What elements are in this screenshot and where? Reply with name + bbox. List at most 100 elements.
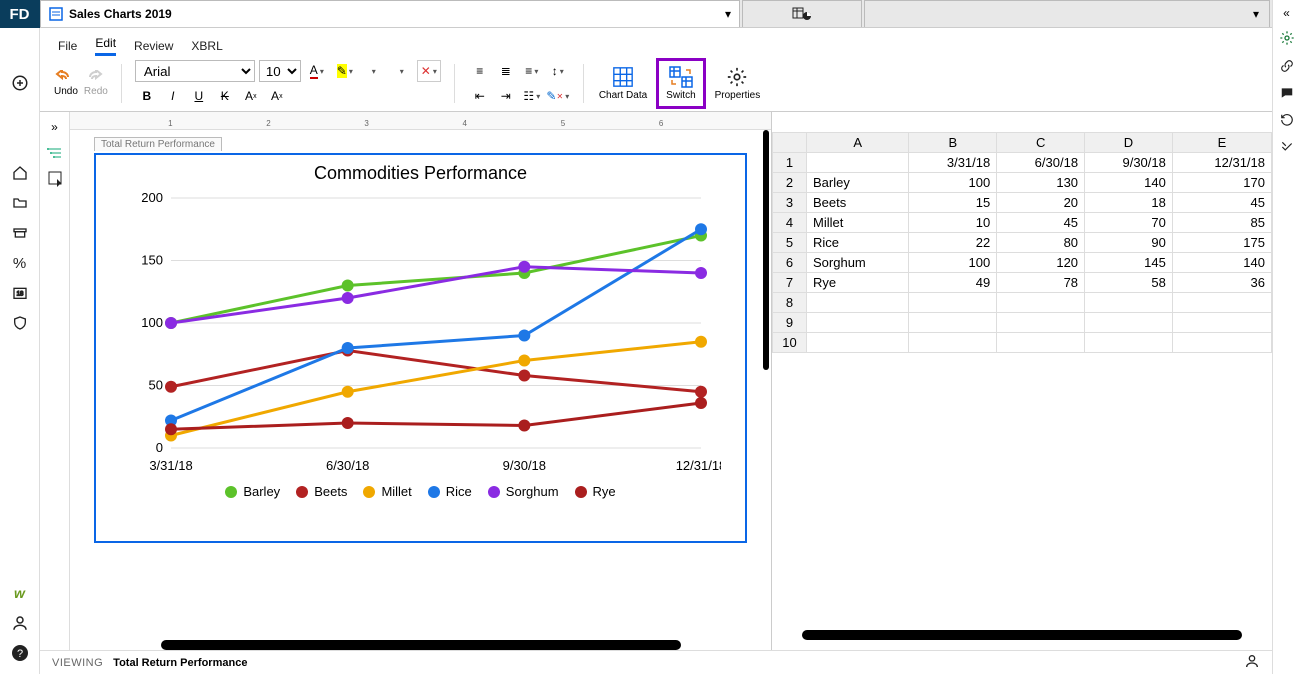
undo-button[interactable]: Undo [54,70,78,97]
cell[interactable] [1172,313,1271,333]
menu-review[interactable]: Review [134,39,173,56]
status-user-icon[interactable] [1244,653,1260,672]
cell[interactable] [909,313,997,333]
cell[interactable] [1172,293,1271,313]
cell[interactable] [1172,333,1271,353]
strike-button[interactable]: K [213,85,237,107]
cell[interactable]: 9/30/18 [1085,153,1173,173]
cell[interactable]: Barley [807,173,909,193]
cell[interactable]: 100 [909,173,997,193]
help-icon[interactable]: ? [0,638,40,668]
cell[interactable] [997,293,1085,313]
home-icon[interactable] [0,158,40,188]
cell[interactable]: 45 [997,213,1085,233]
cell[interactable]: 170 [1172,173,1271,193]
cell[interactable]: 15 [909,193,997,213]
switch-button[interactable]: Switch [658,60,703,107]
chevron-left-icon[interactable]: « [1283,6,1290,20]
column-header[interactable]: D [1085,133,1173,153]
shield-icon[interactable] [0,308,40,338]
bookmark-icon[interactable] [40,171,69,190]
align-left-button[interactable]: ≡ [468,60,492,82]
row-header[interactable]: 8 [773,293,807,313]
cell[interactable]: 12/31/18 [1172,153,1271,173]
legend-item[interactable]: Rye [575,484,616,499]
cell[interactable]: 120 [997,253,1085,273]
menu-xbrl[interactable]: XBRL [191,39,222,56]
calendar-icon[interactable]: 18 [0,278,40,308]
outline-icon[interactable] [40,146,69,163]
menu-file[interactable]: File [58,39,77,56]
list-button[interactable]: ☷ [520,85,544,107]
properties-button[interactable]: Properties [707,60,769,107]
data-sheet[interactable]: ABCDE13/31/186/30/189/30/1812/31/182Barl… [772,132,1272,353]
outdent-button[interactable]: ⇤ [468,85,492,107]
font-select[interactable]: Arial [135,60,255,82]
cell[interactable]: 58 [1085,273,1173,293]
column-header[interactable]: C [997,133,1085,153]
check-icon[interactable] [1280,140,1294,157]
cell[interactable]: 85 [1172,213,1271,233]
user-icon[interactable] [0,608,40,638]
cell[interactable] [1085,333,1173,353]
cell[interactable]: 100 [909,253,997,273]
cell[interactable]: 175 [1172,233,1271,253]
cell[interactable]: 18 [1085,193,1173,213]
row-header[interactable]: 9 [773,313,807,333]
style-1-button[interactable] [361,60,385,82]
cell[interactable]: 140 [1085,173,1173,193]
percent-icon[interactable]: % [0,248,40,278]
doc-section-tab[interactable]: Total Return Performance [94,137,222,151]
cell[interactable]: 78 [997,273,1085,293]
row-header[interactable]: 4 [773,213,807,233]
row-header[interactable]: 7 [773,273,807,293]
redo-button[interactable]: Redo [84,70,108,97]
align-dd-button[interactable]: ≡ [520,60,544,82]
cell[interactable]: 22 [909,233,997,253]
gear-icon[interactable] [1279,30,1295,49]
cell[interactable]: 80 [997,233,1085,253]
indent-button[interactable]: ⇥ [494,85,518,107]
archive-icon[interactable] [0,218,40,248]
clear-format-button[interactable]: ✕ [417,60,441,82]
row-header[interactable]: 3 [773,193,807,213]
cell[interactable] [909,333,997,353]
chart-data-button[interactable]: Chart Data [591,60,655,107]
legend-item[interactable]: Barley [225,484,280,499]
underline-button[interactable]: U [187,85,211,107]
cell[interactable] [807,153,909,173]
cell[interactable]: 3/31/18 [909,153,997,173]
font-color-button[interactable]: A [305,60,329,82]
font-size-select[interactable]: 10 [259,60,301,82]
cell[interactable]: 36 [1172,273,1271,293]
bold-button[interactable]: B [135,85,159,107]
linespacing-button[interactable]: ↕ [546,60,570,82]
outline-toggle[interactable]: » [40,112,70,650]
cell[interactable] [997,313,1085,333]
history-icon[interactable] [1280,113,1294,130]
row-header[interactable]: 10 [773,333,807,353]
cell[interactable]: Beets [807,193,909,213]
scrollbar-horizontal-left[interactable] [70,640,771,650]
subscript-button[interactable]: Ax [265,85,289,107]
scrollbar-vertical[interactable] [763,130,769,370]
column-header[interactable]: E [1172,133,1271,153]
column-header[interactable]: B [909,133,997,153]
paint-button[interactable]: ✎✕ [546,85,570,107]
cell[interactable]: Rice [807,233,909,253]
cell[interactable]: 49 [909,273,997,293]
style-2-button[interactable] [389,60,413,82]
cell[interactable]: 145 [1085,253,1173,273]
italic-button[interactable]: I [161,85,185,107]
row-header[interactable]: 5 [773,233,807,253]
folder-icon[interactable] [0,188,40,218]
secondary-tab[interactable] [742,0,862,27]
legend-item[interactable]: Sorghum [488,484,559,499]
row-header[interactable]: 1 [773,153,807,173]
cell[interactable]: 140 [1172,253,1271,273]
cell[interactable]: Sorghum [807,253,909,273]
cell[interactable] [807,293,909,313]
comment-icon[interactable] [1280,86,1294,103]
cell[interactable]: 70 [1085,213,1173,233]
cell[interactable] [807,313,909,333]
